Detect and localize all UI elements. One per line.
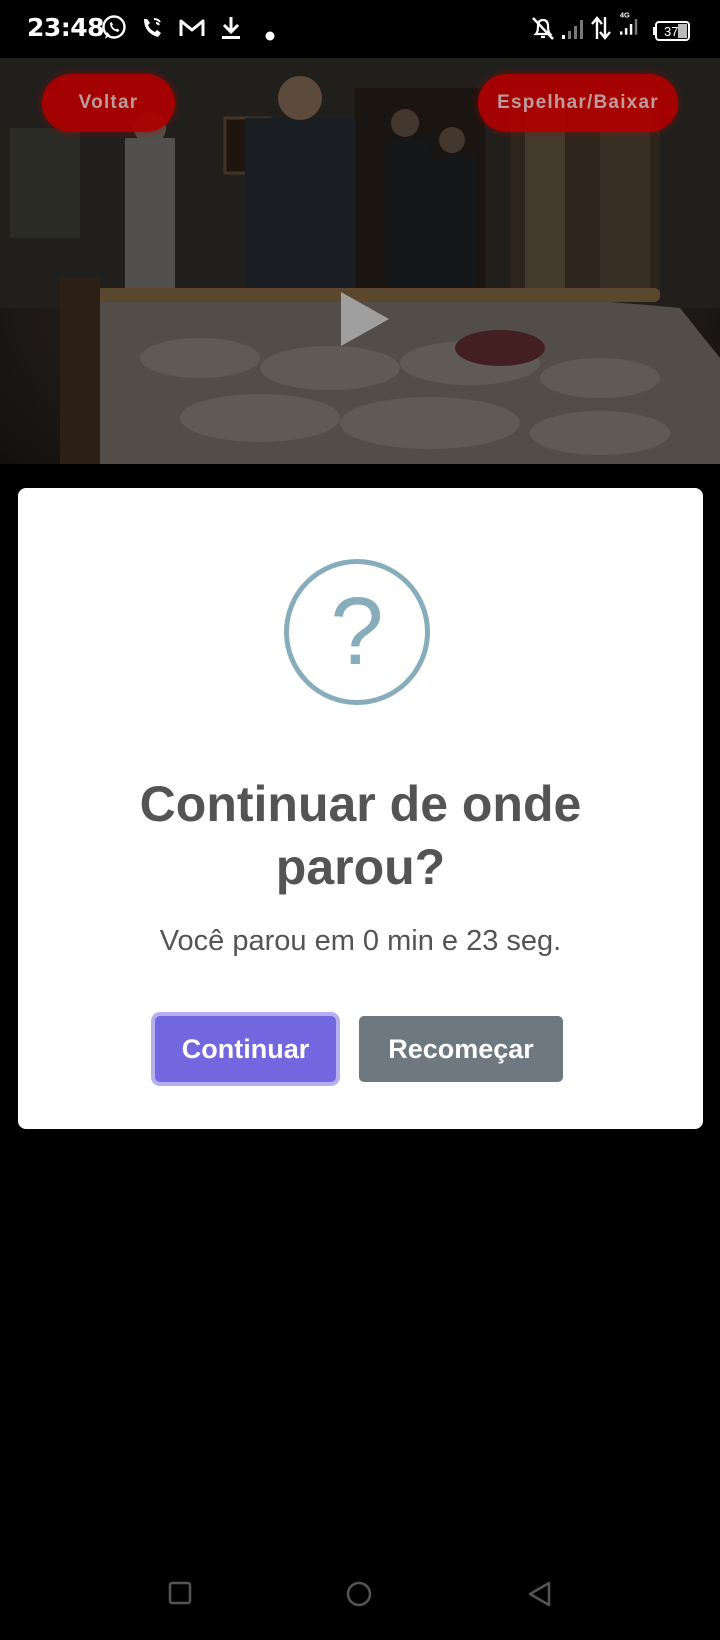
status-bar: 23:48 4G 37 <box>0 0 720 58</box>
home-icon[interactable] <box>345 1580 373 1608</box>
svg-text:4G: 4G <box>620 10 630 19</box>
data-arrows-icon <box>591 16 611 40</box>
question-icon: ? <box>284 559 430 705</box>
restart-button[interactable]: Recomeçar <box>359 1016 563 1082</box>
bell-off-icon <box>532 17 554 40</box>
play-icon[interactable] <box>337 290 393 348</box>
gmail-icon <box>179 19 205 36</box>
question-mark-glyph: ? <box>330 578 384 685</box>
dialog-title: Continuar de onde parou? <box>139 776 582 895</box>
navigation-bar <box>0 1560 720 1640</box>
back-icon[interactable] <box>526 1580 554 1608</box>
whatsapp-icon <box>102 15 126 39</box>
back-button[interactable]: Voltar <box>42 74 175 132</box>
mirror-download-button[interactable]: Espelhar/Baixar <box>478 74 678 132</box>
signal-4g-icon: 4G <box>619 10 638 35</box>
dialog-message: Você parou em 0 min e 23 seg. <box>159 925 562 957</box>
video-player[interactable]: Voltar Espelhar/Baixar <box>0 58 720 464</box>
dot-icon <box>265 31 275 41</box>
back-button-label: Voltar <box>78 92 139 113</box>
svg-text:37: 37 <box>664 24 678 39</box>
wifi-call-icon <box>144 18 161 37</box>
status-time: 23:48 <box>27 13 105 42</box>
continue-button[interactable]: Continuar <box>155 1016 336 1082</box>
mirror-download-label: Espelhar/Baixar <box>497 92 659 113</box>
download-icon <box>222 17 240 39</box>
signal-icon <box>562 20 583 39</box>
battery-icon: 37 <box>653 21 690 41</box>
resume-dialog: ? Continuar de onde parou? Você parou em… <box>18 488 703 1129</box>
recents-icon[interactable] <box>167 1580 193 1606</box>
